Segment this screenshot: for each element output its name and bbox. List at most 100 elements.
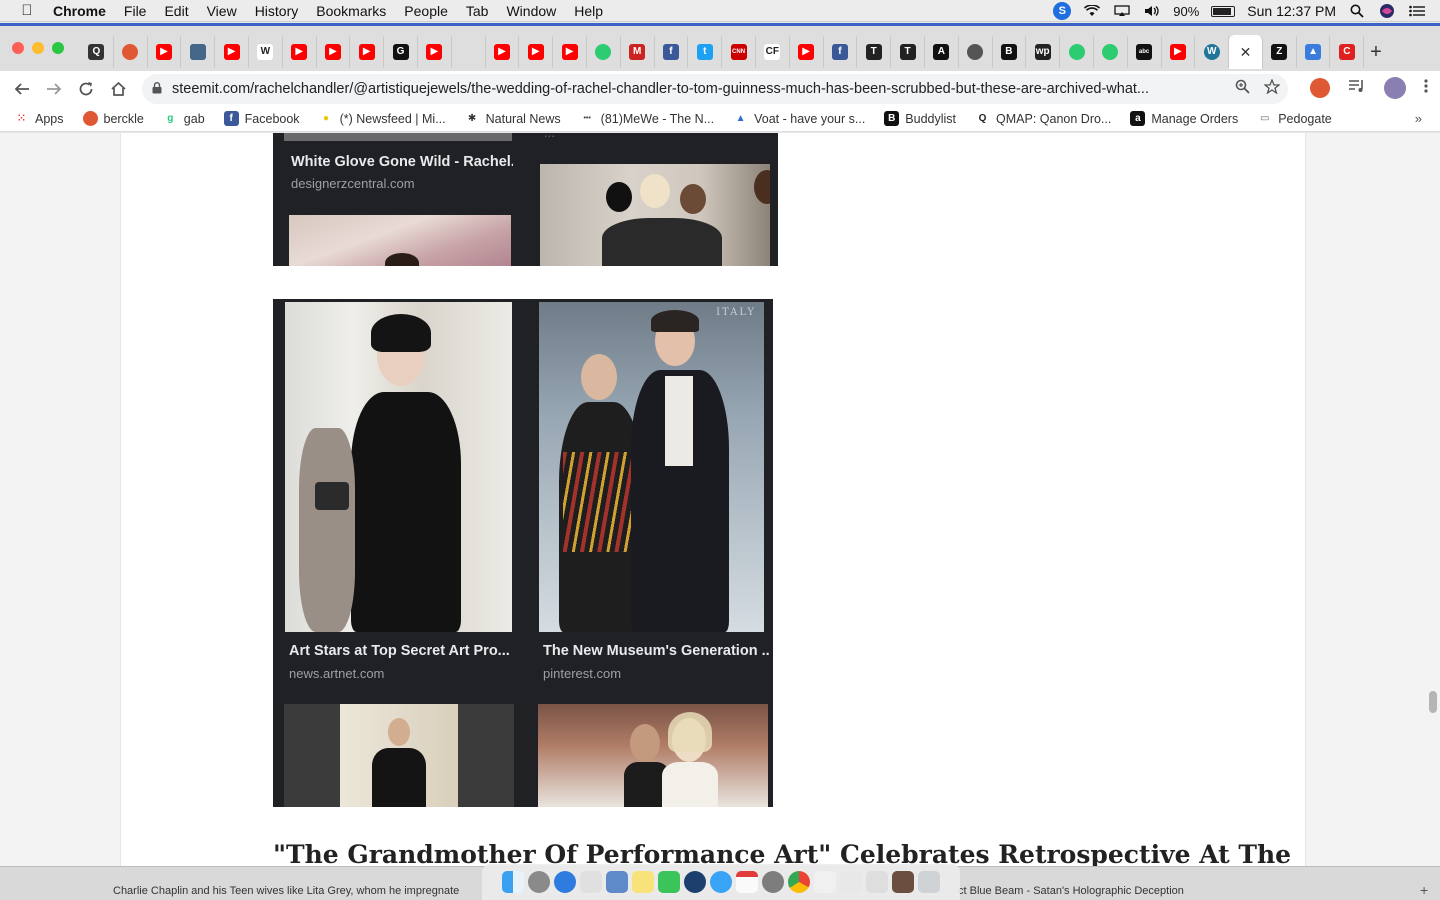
menu-app-name[interactable]: Chrome: [44, 3, 115, 19]
tab[interactable]: CNN: [722, 36, 756, 68]
bookmark-item[interactable]: ▭ Pedogate: [1257, 111, 1332, 126]
photo-stack-icon[interactable]: [892, 871, 914, 893]
launchpad-icon[interactable]: [528, 871, 550, 893]
profile-avatar[interactable]: [1384, 77, 1406, 99]
result-photo[interactable]: [540, 164, 770, 266]
add-icon[interactable]: +: [1420, 882, 1428, 898]
tab[interactable]: CF: [756, 36, 790, 68]
tab[interactable]: M: [621, 36, 655, 68]
bookmark-item[interactable]: f Facebook: [223, 111, 300, 126]
scrollbar-thumb[interactable]: [1429, 691, 1437, 713]
tab[interactable]: A: [925, 36, 959, 68]
url-text[interactable]: steemit.com/rachelchandler/@artistiqueje…: [172, 81, 1212, 97]
document-icon[interactable]: [840, 871, 862, 893]
tab[interactable]: [1094, 36, 1128, 68]
menu-history[interactable]: History: [246, 3, 308, 19]
help-icon[interactable]: [580, 871, 602, 893]
tab[interactable]: [452, 36, 486, 68]
clock[interactable]: Sun 12:37 PM: [1247, 3, 1336, 19]
result-caption[interactable]: Art Stars at Top Secret Art Pro...: [289, 643, 515, 659]
tab[interactable]: ▶: [148, 36, 182, 68]
menu-tab[interactable]: Tab: [457, 3, 498, 19]
bookmark-item[interactable]: B Buddylist: [884, 111, 956, 126]
spotlight-search-icon[interactable]: [1348, 4, 1366, 18]
tab[interactable]: [587, 36, 621, 68]
bookmark-item[interactable]: berckle: [82, 111, 144, 126]
trash-icon[interactable]: [918, 871, 940, 893]
tab-active[interactable]: ✕: [1229, 35, 1263, 69]
result-card-new-museum[interactable]: ITALY The New Museum's Generation ... pi…: [527, 299, 773, 689]
bookmarks-overflow-button[interactable]: »: [1415, 111, 1422, 126]
tab[interactable]: [114, 36, 148, 68]
tab[interactable]: ▶: [215, 36, 249, 68]
tab[interactable]: W: [1195, 36, 1230, 68]
document-icon[interactable]: [866, 871, 888, 893]
bookmark-item[interactable]: ▲ Voat - have your s...: [733, 111, 865, 126]
result-caption[interactable]: White Glove Gone Wild - Rachel...: [291, 154, 513, 170]
apple-icon[interactable]: : [10, 2, 44, 19]
bookmark-item[interactable]: ••• (81)MeWe - The N...: [579, 111, 714, 126]
bookmark-item[interactable]: ⁙ Apps: [14, 111, 64, 126]
minimize-window-button[interactable]: [32, 42, 44, 54]
result-card-bottom-left[interactable]: [284, 704, 514, 807]
siri-icon[interactable]: [1378, 4, 1396, 18]
tab[interactable]: W: [249, 36, 283, 68]
tab[interactable]: ▶: [486, 36, 520, 68]
menu-file[interactable]: File: [115, 3, 156, 19]
zoom-icon[interactable]: [1235, 79, 1250, 98]
messages-icon[interactable]: [710, 871, 732, 893]
menu-bookmarks[interactable]: Bookmarks: [307, 3, 395, 19]
airplay-icon[interactable]: [1113, 4, 1131, 18]
result-photo-black-dress[interactable]: [285, 302, 512, 632]
menu-view[interactable]: View: [198, 3, 246, 19]
tab[interactable]: ▲: [1297, 36, 1331, 68]
safari-icon[interactable]: [554, 871, 576, 893]
result-photo[interactable]: [538, 704, 768, 807]
tab[interactable]: ▶: [790, 36, 824, 68]
tab[interactable]: f: [824, 36, 858, 68]
menu-edit[interactable]: Edit: [155, 3, 197, 19]
tab[interactable]: [959, 36, 993, 68]
bookmark-item[interactable]: g gab: [162, 111, 205, 126]
tab[interactable]: ▶: [519, 36, 554, 68]
tab[interactable]: f: [655, 36, 689, 68]
tab[interactable]: t: [688, 36, 723, 68]
preview-icon[interactable]: [606, 871, 628, 893]
result-card-bottom-right[interactable]: [538, 704, 768, 807]
new-tab-button[interactable]: +: [1366, 42, 1386, 62]
notes-icon[interactable]: [632, 871, 654, 893]
tab[interactable]: ▶: [317, 36, 351, 68]
tab[interactable]: ▶: [553, 36, 587, 68]
close-window-button[interactable]: [12, 42, 24, 54]
close-tab-icon[interactable]: ✕: [1240, 44, 1252, 61]
bookmark-star-icon[interactable]: [1263, 78, 1281, 98]
tab[interactable]: [181, 36, 216, 68]
back-button[interactable]: [6, 73, 38, 105]
home-button[interactable]: [102, 73, 134, 105]
result-card-white-glove[interactable]: White Glove Gone Wild - Rachel... design…: [273, 133, 513, 266]
forward-button[interactable]: [38, 73, 70, 105]
skype-icon[interactable]: S: [1053, 2, 1072, 20]
tab[interactable]: wp: [1026, 36, 1061, 68]
tab[interactable]: C: [1330, 36, 1365, 68]
quicktime-icon[interactable]: [684, 871, 706, 893]
system-preferences-icon[interactable]: [762, 871, 784, 893]
tab[interactable]: ▶: [418, 36, 452, 68]
tab[interactable]: T: [891, 36, 925, 68]
volume-icon[interactable]: [1143, 4, 1161, 18]
reload-button[interactable]: [70, 73, 102, 105]
tab[interactable]: Q: [80, 36, 114, 68]
chrome-icon[interactable]: [788, 871, 810, 893]
finder-icon[interactable]: [502, 871, 524, 893]
media-controls-icon[interactable]: [1348, 79, 1366, 98]
battery-icon[interactable]: [1211, 5, 1236, 17]
notification-center-icon[interactable]: [1408, 4, 1426, 18]
menu-window[interactable]: Window: [497, 3, 565, 19]
result-photo-couple[interactable]: ITALY: [539, 302, 764, 632]
tab[interactable]: G: [384, 36, 418, 68]
bookmark-item[interactable]: a Manage Orders: [1130, 111, 1238, 126]
result-caption[interactable]: The New Museum's Generation ...: [543, 643, 769, 659]
zoom-window-button[interactable]: [52, 42, 64, 54]
document-icon[interactable]: [814, 871, 836, 893]
result-card-top-right[interactable]: ...: [526, 133, 778, 266]
